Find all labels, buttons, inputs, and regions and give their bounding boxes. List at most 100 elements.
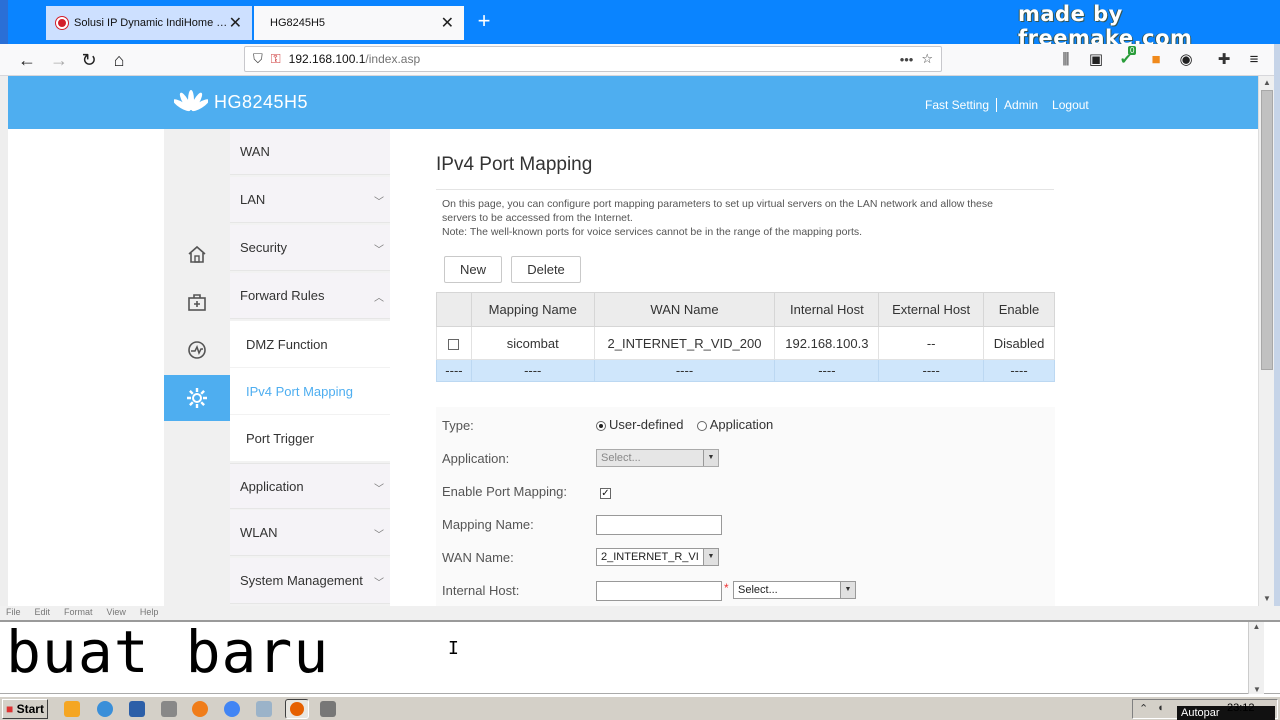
indihome-favicon-icon (56, 17, 68, 29)
radio-application[interactable] (696, 420, 707, 431)
menu-label: LAN (240, 192, 266, 207)
clock[interactable]: 23:12 (1227, 702, 1255, 714)
close-icon[interactable]: ✕ (441, 13, 454, 33)
column-header: Mapping Name (470, 292, 595, 327)
scroll-down-arrow-icon[interactable]: ▼ (1259, 592, 1275, 606)
desktop-icon[interactable] (129, 701, 145, 717)
scroll-up-arrow-icon[interactable]: ▲ (1249, 622, 1264, 631)
wan-name-label: WAN Name: (442, 550, 514, 565)
page-scrollbar[interactable]: ▲ ▼ (1258, 76, 1274, 606)
url-bar[interactable]: ⛉ ⚿ 192.168.100.1/index.asp ••• ☆ (244, 46, 942, 72)
page-description: On this page, you can configure port map… (442, 197, 1052, 239)
radio-user-defined[interactable] (596, 420, 606, 431)
checkbox-checked[interactable]: ✓ (600, 488, 611, 499)
menu-item-port-trigger[interactable]: Port Trigger (230, 415, 390, 461)
menu-item-application[interactable]: Application ﹀ (230, 463, 390, 509)
browser-nav-bar: ← → ↻ ⌂ ⛉ ⚿ 192.168.100.1/index.asp ••• … (0, 44, 1280, 76)
forward-arrow-icon[interactable]: → (46, 48, 72, 72)
menu-item-system-management[interactable]: System Management ﹀ (230, 558, 390, 604)
column-header: External Host (878, 292, 985, 327)
mapping-name-input[interactable] (596, 515, 722, 535)
firefox-taskbar-button[interactable] (285, 699, 309, 719)
volume-icon[interactable]: ◖ (1157, 702, 1164, 714)
new-button[interactable]: New (444, 256, 502, 283)
notepad-scrollbar[interactable]: ▲ ▼ (1248, 622, 1264, 694)
menu-item-ipv4-port-mapping[interactable]: IPv4 Port Mapping (230, 368, 390, 414)
menu-label: Security (240, 240, 287, 255)
notepad-app-icon[interactable] (256, 701, 272, 717)
gear-icon[interactable] (164, 375, 230, 421)
library-icon[interactable]: ⫼ (1054, 48, 1078, 72)
logout-link[interactable]: Logout (1045, 98, 1096, 112)
select-value: Select... (601, 452, 641, 464)
extension-lock-icon[interactable]: ■ (1144, 48, 1168, 72)
table-cell: ---- (983, 359, 1055, 382)
insecure-lock-icon[interactable]: ⚿ (271, 51, 281, 67)
fast-setting-link[interactable]: Fast Setting (918, 98, 996, 112)
admin-link[interactable]: Admin (997, 98, 1045, 112)
mapping-name-label: Mapping Name: (442, 517, 534, 532)
table-cell: ---- (774, 359, 880, 382)
internal-host-select[interactable]: Select... ▼ (733, 581, 856, 599)
internet-explorer-icon[interactable] (97, 701, 113, 717)
menu-label: WAN (240, 144, 270, 159)
title-divider (436, 189, 1054, 190)
delete-button[interactable]: Delete (511, 256, 581, 283)
tray-arrow-icon[interactable]: ⌃ (1139, 702, 1148, 715)
tab-solusi-ip[interactable]: Solusi IP Dynamic IndiHome Fiber ✕ (46, 6, 252, 40)
toolbox-icon[interactable] (164, 279, 230, 325)
tab-hg8245h5[interactable]: HG8245H5 ✕ (254, 6, 464, 40)
gear-app-icon[interactable] (192, 701, 208, 717)
tools-icon[interactable] (161, 701, 177, 717)
bookmark-star-icon[interactable]: ☆ (921, 51, 933, 67)
row-select-checkbox[interactable] (448, 338, 460, 350)
chevron-down-icon: ﹀ (374, 578, 384, 589)
notepad-text-area[interactable]: buat baru I ▲ ▼ (0, 618, 1280, 694)
table-row[interactable]: sicombat 2_INTERNET_R_VID_200 192.168.10… (436, 326, 1055, 360)
menu-item-lan[interactable]: LAN ﹀ (230, 177, 390, 223)
account-icon[interactable]: ◉ (1174, 48, 1198, 72)
sidebar-icon[interactable]: ▣ (1084, 48, 1108, 72)
scroll-up-arrow-icon[interactable]: ▲ (1259, 76, 1275, 90)
scrollbar-thumb[interactable] (1261, 90, 1273, 370)
wan-name-select[interactable]: 2_INTERNET_R_VI ▼ (596, 548, 719, 566)
start-button[interactable]: ■ Start (2, 699, 48, 719)
menu-item-security[interactable]: Security ﹀ (230, 225, 390, 271)
application-select[interactable]: Select... ▼ (596, 449, 719, 467)
back-arrow-icon[interactable]: ← (14, 48, 40, 72)
close-icon[interactable]: ✕ (229, 13, 242, 33)
radio-label: User-defined (609, 417, 684, 432)
menu-item-wan[interactable]: WAN (230, 129, 390, 175)
reload-icon[interactable]: ↻ (76, 48, 102, 72)
menu-label: Forward Rules (240, 288, 325, 303)
home-icon[interactable] (164, 231, 230, 277)
header-links: Fast Setting Admin Logout (918, 98, 1096, 112)
extensions-puzzle-icon[interactable]: ✚ (1212, 48, 1236, 72)
text-cursor-icon: I (448, 638, 459, 659)
watermark: made by freemake.com (1018, 2, 1193, 50)
type-radio-group: User-defined Application (596, 417, 773, 432)
table-row-new[interactable]: ---- ---- ---- ---- ---- ---- (436, 359, 1055, 382)
url-path: /index.asp (365, 52, 421, 66)
hamburger-menu-icon[interactable]: ≡ (1242, 48, 1266, 72)
required-asterisk: * (724, 581, 729, 595)
menu-label: DMZ Function (246, 336, 328, 352)
page-actions-icon[interactable]: ••• (900, 52, 914, 67)
menu-label: Port Trigger (246, 430, 314, 446)
taskbar: ■ Start ⌃ ◖ Autopar 23:12 (0, 696, 1280, 720)
shield-icon[interactable]: ⛉ (253, 51, 263, 67)
menu-item-forward-rules[interactable]: Forward Rules ︿ (230, 273, 390, 319)
menu-item-dmz-function[interactable]: DMZ Function (230, 321, 390, 367)
port-mapping-form: Type: User-defined Application Applicati… (436, 407, 1055, 606)
new-tab-plus-icon[interactable]: + (470, 8, 498, 34)
home-icon[interactable]: ⌂ (106, 48, 132, 72)
scroll-down-arrow-icon[interactable]: ▼ (1249, 685, 1265, 694)
enable-port-mapping-checkbox[interactable]: ✓ (600, 484, 611, 499)
gauge-icon[interactable] (164, 327, 230, 373)
column-header: Enable (983, 292, 1055, 327)
media-player-icon[interactable] (64, 701, 80, 717)
internal-host-input[interactable] (596, 581, 722, 601)
menu-item-wlan[interactable]: WLAN ﹀ (230, 510, 390, 556)
chrome-icon[interactable] (224, 701, 240, 717)
window-app-icon[interactable] (320, 701, 336, 717)
